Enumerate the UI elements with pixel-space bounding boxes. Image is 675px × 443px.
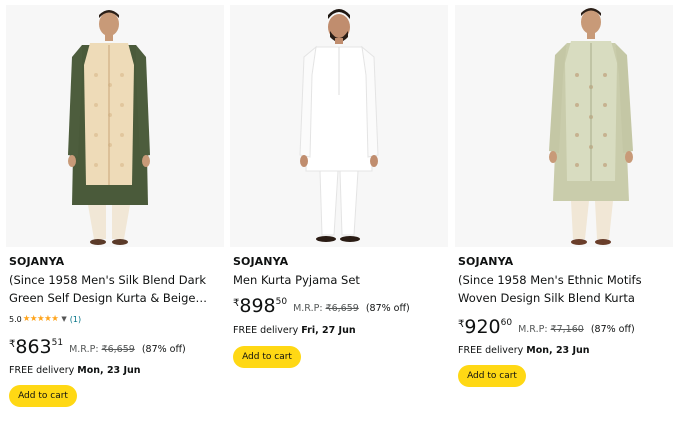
product-rating[interactable]: 5.0 ★★★★★ ▼ (1) [9,314,81,324]
mrp-label: M.R.P: [69,344,99,355]
price-row: ₹ 898 50 M.R.P: ₹6,659 (87% off) [233,296,410,316]
mrp-label: M.R.P: [518,324,548,335]
delivery-info: FREE delivery Fri, 27 Jun [233,325,356,336]
product-title[interactable]: (Since 1958 Men's Ethnic Motifs Woven De… [458,271,670,307]
delivery-info: FREE delivery Mon, 23 Jun [458,345,590,356]
product-image[interactable] [230,5,448,247]
price-fraction: 51 [51,338,64,348]
delivery-prefix: FREE delivery [9,365,75,376]
mrp-label: M.R.P: [293,303,323,314]
delivery-info: FREE delivery Mon, 23 Jun [9,365,141,376]
product-brand: SOJANYA [458,255,514,268]
add-to-cart-button[interactable]: Add to cart [458,365,526,387]
star-rating-icon: ★★★★★ [22,314,59,324]
add-to-cart-button[interactable]: Add to cart [233,346,301,368]
price-whole: 898 [239,295,276,317]
delivery-prefix: FREE delivery [458,345,524,356]
delivery-date: Mon, 23 Jun [77,365,141,376]
product-image[interactable] [455,5,673,247]
chevron-down-icon[interactable]: ▼ [61,315,66,323]
add-to-cart-button[interactable]: Add to cart [9,385,77,407]
rating-value: 5.0 [9,314,22,324]
product-title[interactable]: (Since 1958 Men's Silk Blend Dark Green … [9,271,221,307]
price-whole: 863 [15,336,52,358]
mrp: M.R.P: ₹7,160 [518,324,584,335]
price-whole: 920 [464,316,501,338]
mrp: M.R.P: ₹6,659 [293,303,359,314]
delivery-prefix: FREE delivery [233,325,299,336]
mrp: M.R.P: ₹6,659 [69,344,135,355]
product-title[interactable]: Men Kurta Pyjama Set [233,271,445,289]
delivery-date: Mon, 23 Jun [526,345,590,356]
product-card[interactable]: SOJANYA (Since 1958 Men's Silk Blend Dar… [6,5,224,443]
product-card[interactable]: SOJANYA Men Kurta Pyjama Set ₹ 898 50 M.… [230,5,448,443]
price-row: ₹ 920 60 M.R.P: ₹7,160 (87% off) [458,317,635,337]
price-fraction: 60 [500,318,513,328]
product-brand: SOJANYA [233,255,289,268]
mrp-value: ₹7,160 [550,324,584,335]
delivery-date: Fri, 27 Jun [301,325,356,336]
mrp-value: ₹6,659 [325,303,359,314]
product-brand: SOJANYA [9,255,65,268]
discount-label: (87% off) [590,324,635,335]
discount-label: (87% off) [141,344,186,355]
mrp-value: ₹6,659 [101,344,135,355]
rating-count[interactable]: (1) [70,315,81,324]
product-card[interactable]: SOJANYA (Since 1958 Men's Ethnic Motifs … [455,5,673,443]
price-fraction: 50 [275,297,288,307]
discount-label: (87% off) [365,303,410,314]
product-image[interactable] [6,5,224,247]
price-row: ₹ 863 51 M.R.P: ₹6,659 (87% off) [9,337,186,357]
